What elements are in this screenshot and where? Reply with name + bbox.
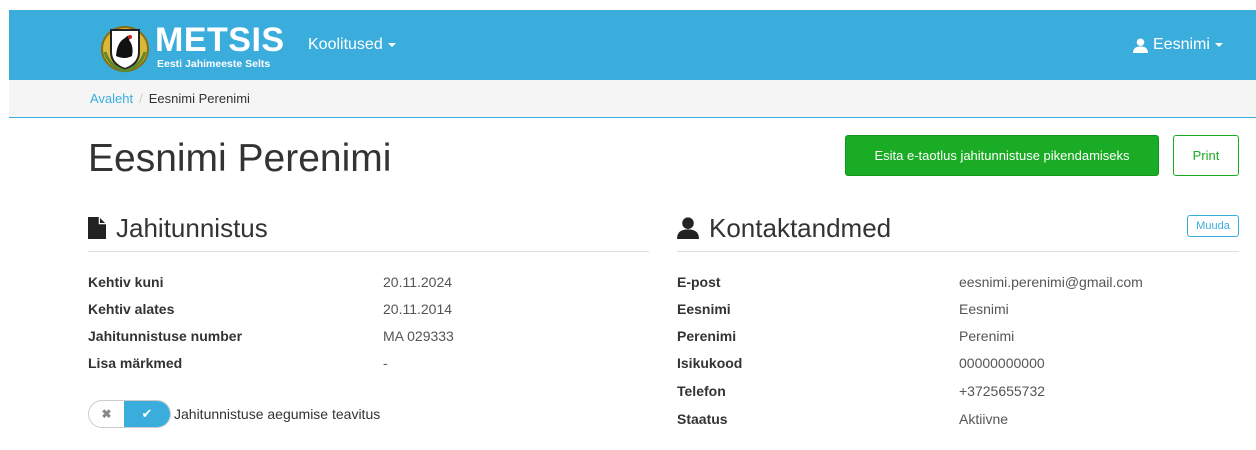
expiry-notification-toggle[interactable]: ✖ ✔ xyxy=(88,400,171,428)
license-value-valid-from: 20.11.2014 xyxy=(383,301,453,317)
contact-label-firstname: Eesnimi xyxy=(677,301,731,317)
toggle-on-check-icon: ✔ xyxy=(124,401,170,427)
contact-divider xyxy=(677,251,1239,252)
license-label-number: Jahitunnistuse number xyxy=(88,328,243,344)
contact-value-email: eesnimi.perenimi@gmail.com xyxy=(959,274,1143,290)
contact-label-email: E-post xyxy=(677,274,721,290)
contact-value-phone: +3725655732 xyxy=(959,383,1046,399)
license-divider xyxy=(88,251,649,252)
license-value-valid-until: 20.11.2024 xyxy=(383,274,453,290)
top-navbar: METSIS Eesti Jahimeeste Selts Koolitused… xyxy=(9,10,1256,80)
koolitused-dropdown[interactable]: Koolitused xyxy=(308,36,396,54)
contact-value-lastname: Perenimi xyxy=(959,328,1015,344)
contact-section-heading: Kontaktandmed xyxy=(677,213,891,243)
contact-label-status: Staatus xyxy=(677,411,728,427)
license-value-notes: - xyxy=(383,355,388,371)
brand-title[interactable]: METSIS xyxy=(155,23,285,57)
toggle-off-x-icon: ✖ xyxy=(101,407,112,421)
contact-value-id-code: 00000000000 xyxy=(959,355,1045,371)
caret-down-icon xyxy=(1214,43,1223,47)
caret-down-icon xyxy=(387,42,396,47)
edit-contact-button[interactable]: Muuda xyxy=(1187,215,1239,237)
license-label-valid-until: Kehtiv kuni xyxy=(88,274,164,290)
user-dropdown[interactable]: Eesnimi xyxy=(1133,36,1223,54)
contact-value-status: Aktiivne xyxy=(959,411,1009,427)
brand-subtitle: Eesti Jahimeeste Selts xyxy=(157,58,271,70)
breadcrumb: Avaleht / Eesnimi Perenimi xyxy=(9,80,1256,118)
user-name-label: Eesnimi xyxy=(1153,36,1210,53)
expiry-notification-label: Jahitunnistuse aegumise teavitus xyxy=(174,406,381,422)
file-icon xyxy=(88,217,106,239)
breadcrumb-separator: / xyxy=(139,91,143,106)
submit-renewal-application-button[interactable]: Esita e-taotlus jahitunnistuse pikendami… xyxy=(845,135,1159,176)
user-icon xyxy=(1133,37,1148,53)
contact-label-lastname: Perenimi xyxy=(677,328,737,344)
contact-heading-text: Kontaktandmed xyxy=(709,213,892,243)
license-label-notes: Lisa märkmed xyxy=(88,355,183,371)
license-value-number: MA 029333 xyxy=(383,328,454,344)
koolitused-label: Koolitused xyxy=(308,36,383,53)
license-section-heading: Jahitunnistus xyxy=(88,213,268,243)
contact-label-phone: Telefon xyxy=(677,383,726,399)
hunters-society-emblem-icon[interactable] xyxy=(99,22,151,74)
contact-label-id-code: Isikukood xyxy=(677,355,743,371)
license-label-valid-from: Kehtiv alates xyxy=(88,301,175,317)
breadcrumb-current: Eesnimi Perenimi xyxy=(148,91,250,106)
user-icon xyxy=(677,217,699,239)
license-heading-text: Jahitunnistus xyxy=(116,213,268,243)
print-button[interactable]: Print xyxy=(1173,135,1239,176)
contact-value-firstname: Eesnimi xyxy=(959,301,1009,317)
page-title: Eesnimi Perenimi xyxy=(88,137,392,180)
breadcrumb-home-link[interactable]: Avaleht xyxy=(90,91,133,106)
